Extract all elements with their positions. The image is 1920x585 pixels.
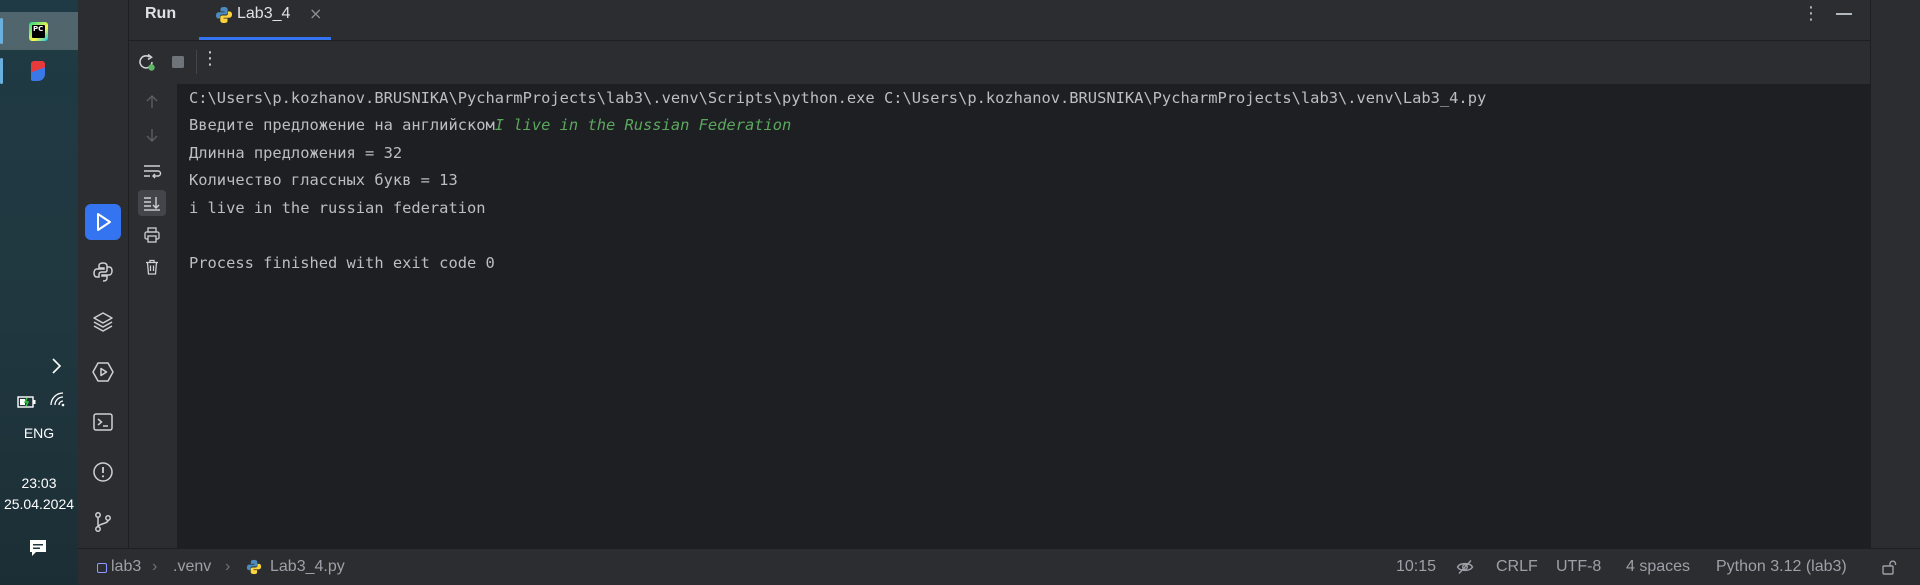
terminal-button[interactable] xyxy=(85,404,121,440)
windows-taskbar: PC ENG 23:03 25.04.2024 xyxy=(0,0,78,585)
language-indicator[interactable]: ENG xyxy=(0,425,78,441)
arrow-down-icon xyxy=(146,129,158,142)
breadcrumb-file[interactable]: Lab3_4.py xyxy=(270,558,345,576)
run-panel-header: Run Lab3_4 × ⋮ xyxy=(129,0,1870,41)
tab-label: Lab3_4 xyxy=(237,5,291,22)
taskbar-app-pycharm[interactable]: PC xyxy=(0,12,78,50)
rerun-icon xyxy=(139,53,155,71)
console-line-command: C:\Users\p.kozhanov.BRUSNIKA\PycharmProj… xyxy=(189,89,1487,107)
module-icon xyxy=(97,563,107,573)
notifications-icon[interactable] xyxy=(28,538,48,562)
tab-lab3-4[interactable]: Lab3_4 × xyxy=(199,0,331,40)
problems-icon xyxy=(93,462,113,482)
services-icon xyxy=(92,362,114,382)
python-file-icon xyxy=(246,559,262,580)
clear-all-button[interactable] xyxy=(138,254,166,280)
ide-window: Run Lab3_4 × ⋮ ⋮ C:\Users\p.kozhanov.BRU… xyxy=(78,0,1920,585)
minimize-panel-button[interactable] xyxy=(1836,13,1852,15)
layers-icon xyxy=(93,312,113,332)
console-output[interactable]: C:\Users\p.kozhanov.BRUSNIKA\PycharmProj… xyxy=(177,84,1870,548)
right-tool-strip xyxy=(1870,0,1920,548)
rerun-button[interactable] xyxy=(135,51,157,77)
arrow-up-icon xyxy=(146,95,158,108)
taskbar-app-partial[interactable] xyxy=(0,0,78,6)
clock-date[interactable]: 25.04.2024 xyxy=(0,496,78,512)
problems-button[interactable] xyxy=(85,454,121,490)
scroll-down-button[interactable] xyxy=(138,122,166,148)
clock-time[interactable]: 23:03 xyxy=(0,475,78,491)
stop-icon xyxy=(172,56,184,68)
wifi-icon[interactable] xyxy=(49,391,67,411)
python-console-button[interactable] xyxy=(85,254,121,290)
indent-settings[interactable]: 4 spaces xyxy=(1626,558,1690,576)
chevron-right-icon[interactable] xyxy=(50,357,62,379)
breadcrumb-chevron-icon: › xyxy=(152,558,158,575)
scroll-up-button[interactable] xyxy=(138,89,166,115)
python-packages-button[interactable] xyxy=(85,304,121,340)
run-tool-window: Run Lab3_4 × ⋮ ⋮ C:\Users\p.kozhanov.BRU… xyxy=(129,0,1870,548)
scroll-to-end-icon xyxy=(144,197,160,211)
soft-wrap-button[interactable] xyxy=(138,158,166,184)
run-toolbar: ⋮ xyxy=(129,41,1870,84)
breadcrumb-project[interactable]: lab3 xyxy=(111,558,141,576)
console-line-lowercase: i live in the russian federation xyxy=(189,199,486,217)
screen: PC ENG 23:03 25.04.2024 Run Lab3_4 × ⋮ ⋮… xyxy=(0,0,1920,585)
breadcrumb-venv[interactable]: .venv xyxy=(173,558,211,576)
file-encoding[interactable]: UTF-8 xyxy=(1556,558,1601,576)
git-button[interactable] xyxy=(85,504,121,540)
soft-wrap-icon xyxy=(144,165,162,179)
console-line-vowels: Количество глассных букв = 13 xyxy=(189,171,458,189)
run-panel-title: Run xyxy=(145,5,177,22)
caret-position[interactable]: 10:15 xyxy=(1396,558,1436,576)
services-button[interactable] xyxy=(85,354,121,390)
prompt-text: Введите предложение на английском xyxy=(189,116,495,134)
line-separator[interactable]: CRLF xyxy=(1496,558,1538,576)
run-tool-button[interactable] xyxy=(85,204,121,240)
breadcrumb-chevron-icon: › xyxy=(225,558,231,575)
inspections-off-icon[interactable] xyxy=(1456,559,1474,580)
console-actions-gutter xyxy=(129,84,177,548)
printer-icon xyxy=(144,227,160,243)
taskbar-app-paint[interactable] xyxy=(0,52,78,90)
git-branch-icon xyxy=(95,512,111,532)
paint-icon xyxy=(31,61,45,81)
tab-close-button[interactable]: × xyxy=(309,4,322,23)
left-tool-strip xyxy=(78,0,129,548)
terminal-icon xyxy=(93,413,113,431)
pycharm-icon: PC xyxy=(29,22,48,41)
trash-icon xyxy=(146,259,158,275)
status-bar: lab3 › .venv › Lab3_4.py 10:15 CRLF UTF-… xyxy=(78,548,1920,585)
toolbar-separator xyxy=(196,50,197,74)
user-input-text: I live in the Russian Federation xyxy=(494,116,792,134)
unlock-icon[interactable] xyxy=(1881,559,1897,580)
python-file-icon xyxy=(215,6,233,28)
python-console-icon xyxy=(93,262,113,282)
python-interpreter[interactable]: Python 3.12 (lab3) xyxy=(1716,558,1847,576)
console-line-exit: Process finished with exit code 0 xyxy=(189,254,495,272)
active-tab-indicator xyxy=(199,37,331,40)
battery-icon[interactable] xyxy=(17,393,37,412)
console-line-length: Длинна предложения = 32 xyxy=(189,144,403,162)
stop-button[interactable] xyxy=(167,51,189,77)
run-icon xyxy=(97,213,111,231)
toolbar-more-button[interactable]: ⋮ xyxy=(201,48,219,69)
print-button[interactable] xyxy=(138,222,166,248)
console-line-prompt: Введите предложение на английскомI live … xyxy=(189,116,791,134)
scroll-to-end-button[interactable] xyxy=(138,190,166,216)
more-options-button[interactable]: ⋮ xyxy=(1802,3,1820,24)
